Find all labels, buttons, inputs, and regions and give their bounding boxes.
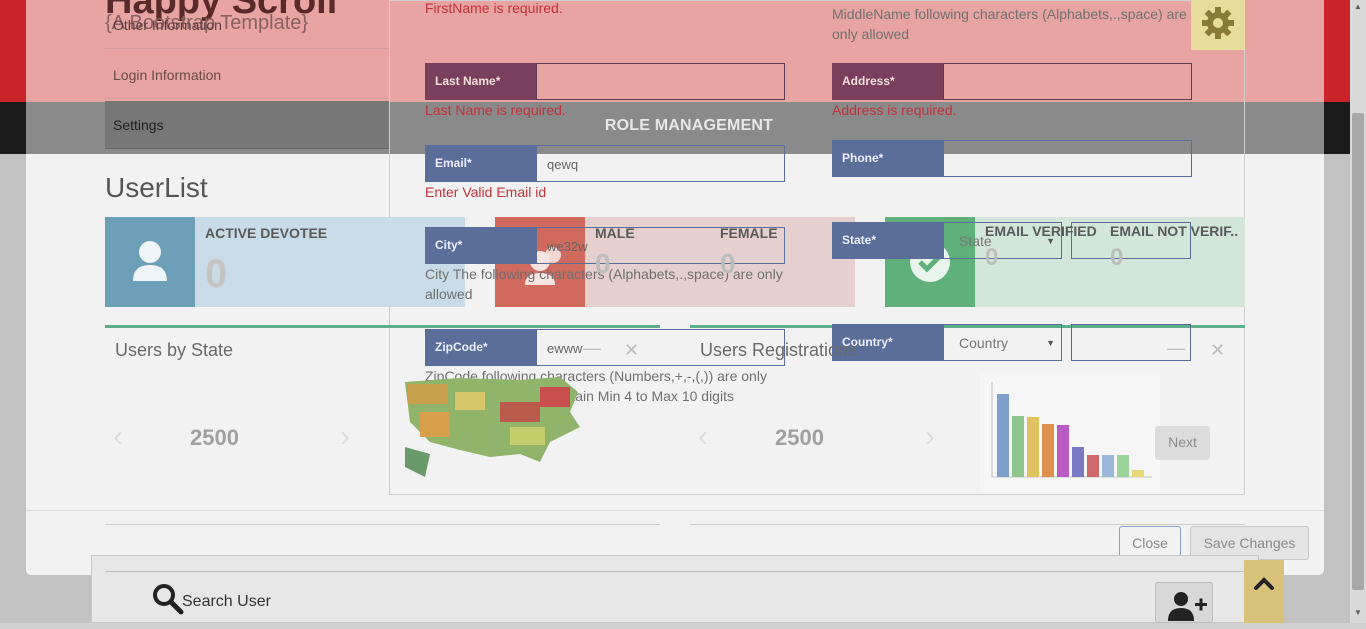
search-user-bar [91, 555, 1259, 623]
users-registrations-value: 2500 [775, 425, 824, 450]
email-not-verified-label: EMAIL NOT VERIF.. [1110, 223, 1239, 239]
close-icon[interactable]: ✕ [624, 340, 639, 361]
email-verified-label: EMAIL VERIFIED [985, 223, 1097, 239]
menu-item-settings[interactable]: Settings [105, 101, 389, 149]
add-user-icon [1168, 592, 1207, 621]
scroll-to-top-button[interactable] [1244, 560, 1284, 623]
scroll-down-arrow-icon[interactable]: ▼ [1352, 608, 1364, 618]
phone-label: Phone* [832, 140, 943, 177]
lastname-input[interactable] [536, 63, 785, 100]
chevron-up-icon [1254, 577, 1274, 590]
minus-icon[interactable]: — [1167, 338, 1185, 359]
users-by-state-title: Users by State [115, 340, 234, 360]
email-verified-count: 0 [985, 244, 999, 271]
lastname-label: Last Name* [425, 63, 536, 100]
lastname-error: Last Name is required. [425, 102, 566, 118]
chevron-right-icon[interactable]: › [340, 420, 350, 454]
divider [690, 524, 1245, 525]
userlist-heading: UserList [105, 172, 208, 203]
female-label: FEMALE [720, 225, 778, 241]
female-count: 0 [720, 248, 736, 279]
state-label: State* [832, 222, 943, 259]
add-user-button[interactable] [1155, 582, 1213, 623]
middlename-note: MiddleName following characters (Alphabe… [832, 6, 1187, 42]
users-by-state-value: 2500 [190, 425, 239, 450]
modal-title: ROLE MANAGEMENT [604, 117, 774, 134]
next-button[interactable]: Next [1155, 426, 1210, 460]
scroll-up-arrow-icon[interactable]: ▲ [1352, 2, 1364, 12]
active-devotee-label: ACTIVE DEVOTEE [205, 225, 328, 241]
registrations-chart-thumbnail [980, 372, 1160, 492]
divider [105, 524, 660, 525]
male-count: 0 [595, 248, 611, 279]
users-by-state-topline [105, 325, 660, 328]
menu-item-other-information[interactable]: Other Information [105, 1, 389, 49]
divider [105, 571, 1245, 572]
active-card-icon-box [105, 217, 195, 307]
zipcode-label: ZipCode* [425, 329, 536, 366]
search-user-label[interactable]: Search User [182, 593, 271, 611]
dropdown-arrow-icon: ▼ [1046, 338, 1055, 348]
users-registrations-title: Users Registrations [700, 340, 858, 360]
search-icon[interactable] [152, 583, 184, 615]
firstname-error: FirstName is required. [425, 0, 563, 16]
email-error: Enter Valid Email id [425, 184, 547, 200]
menu-item-login-information[interactable]: Login Information [105, 51, 389, 99]
scrollbar-thumb[interactable] [1352, 113, 1364, 590]
modal-footer-divider [26, 510, 1324, 511]
email-label: Email* [425, 145, 536, 182]
chevron-left-icon[interactable]: ‹ [698, 420, 708, 454]
active-devotee-count: 0 [205, 252, 228, 296]
address-label: Address* [832, 63, 943, 100]
us-map-thumbnail [405, 377, 580, 477]
city-label: City* [425, 227, 536, 264]
address-textarea[interactable] [943, 63, 1192, 100]
chevron-right-icon[interactable]: › [925, 420, 935, 454]
phone-input[interactable] [943, 140, 1192, 177]
country-selected: Country [959, 335, 1009, 351]
email-not-verified-count: 0 [1110, 244, 1124, 271]
minus-icon[interactable]: — [583, 338, 601, 359]
email-input[interactable]: qewq [536, 145, 785, 182]
close-icon[interactable]: ✕ [1210, 340, 1225, 361]
chevron-left-icon[interactable]: ‹ [113, 420, 123, 454]
address-error: Address is required. [832, 102, 957, 118]
country-select[interactable]: Country ▼ [943, 324, 1062, 361]
male-label: MALE [595, 225, 635, 241]
user-icon [133, 241, 167, 281]
